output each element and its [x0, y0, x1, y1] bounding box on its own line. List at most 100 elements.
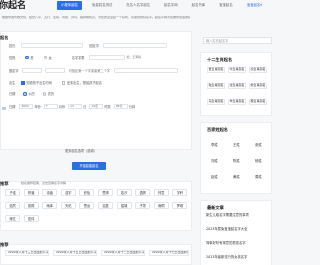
gender-female-label: 女 [48, 55, 52, 60]
year-select[interactable]: 2022 [19, 104, 34, 109]
name-chip[interactable]: 俊熙 [23, 202, 39, 209]
nav-tab-naming-site[interactable]: 起名字网 [160, 1, 182, 9]
year-unit: 年份 [34, 104, 41, 109]
fixed-char-tip: 可指定第一个字或者第二个字 [68, 68, 110, 73]
article-link[interactable]: 简单好听有寓意的男孩名字 [206, 241, 246, 245]
articles-title: 最新文章 [207, 205, 224, 210]
hot-surname-item[interactable]: 周姓 [255, 175, 262, 179]
zodiac-title: 十二生肖起名 [207, 57, 233, 62]
name-chip[interactable]: 宏伟 [23, 215, 39, 222]
article-link[interactable]: 2023年属兔宝宝起名字大全 [206, 227, 247, 231]
name-chip[interactable]: 思琪 [98, 189, 113, 196]
article-link[interactable]: 新生儿取名字需要注意的事项 [206, 213, 249, 217]
zodiac-item[interactable]: 龙生肖起名 [228, 83, 246, 89]
zodiac-item[interactable]: 蛇生肖起名 [249, 83, 267, 89]
hot-surname-item[interactable]: 杨姓 [255, 159, 262, 163]
name-chip[interactable]: 浩宇 [60, 189, 76, 196]
month-select[interactable]: 7 [43, 104, 58, 109]
zodiac-item[interactable]: 羊生肖起名 [228, 99, 246, 105]
intro-text: 根据中国传统文化，结合八字、五行、生肖、周易、诗词、楚辞等知识，为您的宝宝起一个… [2, 16, 190, 19]
surname-input[interactable] [21, 43, 84, 48]
name-chip[interactable]: 欣怡 [79, 189, 95, 196]
hot-surname-item[interactable]: 黄姓 [233, 175, 240, 179]
name-chip[interactable]: 嘉懿 [98, 202, 113, 209]
surname-label: 姓氏 [9, 43, 16, 48]
name-chip[interactable]: 梓萱 [153, 189, 169, 196]
zodiac-item[interactable]: 鼠生肖起名 [207, 67, 225, 73]
name-chip[interactable]: 若汐 [116, 189, 132, 196]
hot-surname-card: 百家姓起名 李姓 王姓 张姓刘姓 陈姓 杨姓赵姓 黄姓 周姓 [200, 122, 272, 194]
month-unit: 月份 [58, 104, 66, 109]
name-chip[interactable]: 博文 [5, 215, 20, 222]
results-label: 推荐 [0, 181, 9, 186]
nav-tab-mini-program[interactable]: 小程序起名 [57, 1, 82, 10]
recommend-item[interactable]: 2022年八月十二日出生的八字 [101, 250, 145, 256]
name-chip[interactable]: 宇轩 [172, 189, 188, 196]
nav-dropdown[interactable]: 宝宝起名▾ [243, 1, 266, 9]
zodiac-item[interactable]: 兔生肖起名 [207, 83, 225, 89]
page: { "header": { "title": "你起名", "nav": ["小… [0, 0, 272, 265]
calendar-lunar-label: 农历 [47, 92, 55, 96]
results-card: 推荐 姓名推荐结果，点击查看名字详解 子诺 梓涵 诗涵 浩宇 欣怡 思琪 若汐 语嫣 梓萱 宇轩浩… [0, 181, 192, 231]
side-marker-icon [2, 107, 6, 110]
minute-select[interactable]: 46分 [113, 104, 128, 109]
name-chip[interactable]: 子墨 [135, 202, 151, 209]
recommend-item[interactable]: 2022年八月十五日出生的八字 [53, 250, 97, 256]
recommend-card: 推荐 2022年八月十三日出生的八字 2022年八月十五日出生的八字 2022年… [0, 242, 192, 265]
birth-unborn-checkbox[interactable] [61, 81, 66, 85]
hot-surname-item[interactable]: 刘姓 [211, 159, 218, 163]
name-chip[interactable]: 雨桐 [153, 202, 169, 209]
date-label: 日期 [9, 104, 16, 109]
fixed-char-second-input[interactable] [44, 68, 65, 73]
side-search-input[interactable]: 输入姓氏起名字 [203, 37, 272, 44]
name-chip[interactable]: 语嫣 [135, 189, 151, 196]
gender-female-radio[interactable] [43, 55, 48, 60]
name-chip[interactable]: 浩然 [5, 202, 20, 209]
site-title: 你起名 [0, 1, 27, 11]
day-unit: 日 [83, 104, 87, 109]
zodiac-item[interactable]: 马生肖起名 [207, 99, 225, 105]
name-chip[interactable]: 梦琪 [172, 202, 188, 209]
nav-tab-baby[interactable]: 宝宝起名 [215, 1, 237, 9]
hot-surname-title: 百家姓起名 [207, 127, 228, 132]
name-chip[interactable]: 煜城 [116, 202, 132, 209]
name-chip[interactable]: 子诺 [5, 189, 20, 196]
start-naming-button[interactable]: 开始智能起名 [72, 162, 106, 170]
hot-surname-item[interactable]: 李姓 [211, 143, 218, 147]
hot-surname-item[interactable]: 张姓 [255, 143, 262, 147]
nav-tab-library[interactable]: 起名书库 [188, 1, 210, 9]
nav-tab-celebrity[interactable]: 在名人名字起名 [122, 1, 154, 9]
day-select[interactable]: 13 [68, 104, 83, 109]
hot-surname-item[interactable]: 赵姓 [211, 175, 218, 179]
birth-known-checkbox[interactable] [21, 81, 25, 85]
zodiac-item[interactable]: 牛生肖起名 [228, 67, 246, 73]
hour-select[interactable]: 14点 [89, 104, 104, 109]
name-chip[interactable]: 思远 [79, 202, 95, 209]
calendar-label: 日期 [9, 92, 16, 96]
zodiac-item[interactable]: 虎生肖起名 [249, 67, 267, 73]
name-chip[interactable]: 天佑 [60, 202, 76, 209]
gender-male-radio[interactable] [25, 55, 29, 60]
more-options-link[interactable]: 更多起名选项（选填） [65, 149, 97, 153]
gender-label: 性别 [9, 55, 16, 60]
fixed-char-extra-input[interactable] [114, 68, 178, 73]
calendar-lunar-radio[interactable] [42, 92, 47, 96]
recommend-item[interactable]: 2022年八月十三日出生的八字 [5, 250, 49, 256]
name-chip[interactable]: 雨泽 [42, 202, 58, 209]
recommend-item[interactable]: 2022年八月十七日出生的八字 [149, 250, 189, 256]
article-link[interactable]: 2023年最新流行的女孩名字 [206, 255, 247, 259]
nav-tab-name-test[interactable]: 免费姓名测试 [88, 1, 116, 9]
name-length-select[interactable] [88, 55, 125, 60]
zodiac-item[interactable]: 猴生肖起名 [249, 99, 267, 105]
minute-unit: 分钟 [128, 104, 136, 109]
fixed-char-input[interactable] [102, 43, 167, 48]
name-length-hint: 如：王泽锐 [126, 54, 141, 59]
calendar-solar-radio[interactable] [23, 92, 27, 96]
hot-surname-item[interactable]: 陈姓 [233, 159, 240, 163]
name-chip[interactable]: 诗涵 [42, 189, 58, 196]
recommend-label: 推荐 [0, 242, 9, 247]
hot-surname-item[interactable]: 王姓 [233, 143, 240, 147]
name-chip[interactable]: 梓涵 [23, 189, 39, 196]
fixed-char-first-input[interactable] [21, 68, 42, 73]
fixed-char-tip-label: 固定字 [9, 68, 19, 73]
